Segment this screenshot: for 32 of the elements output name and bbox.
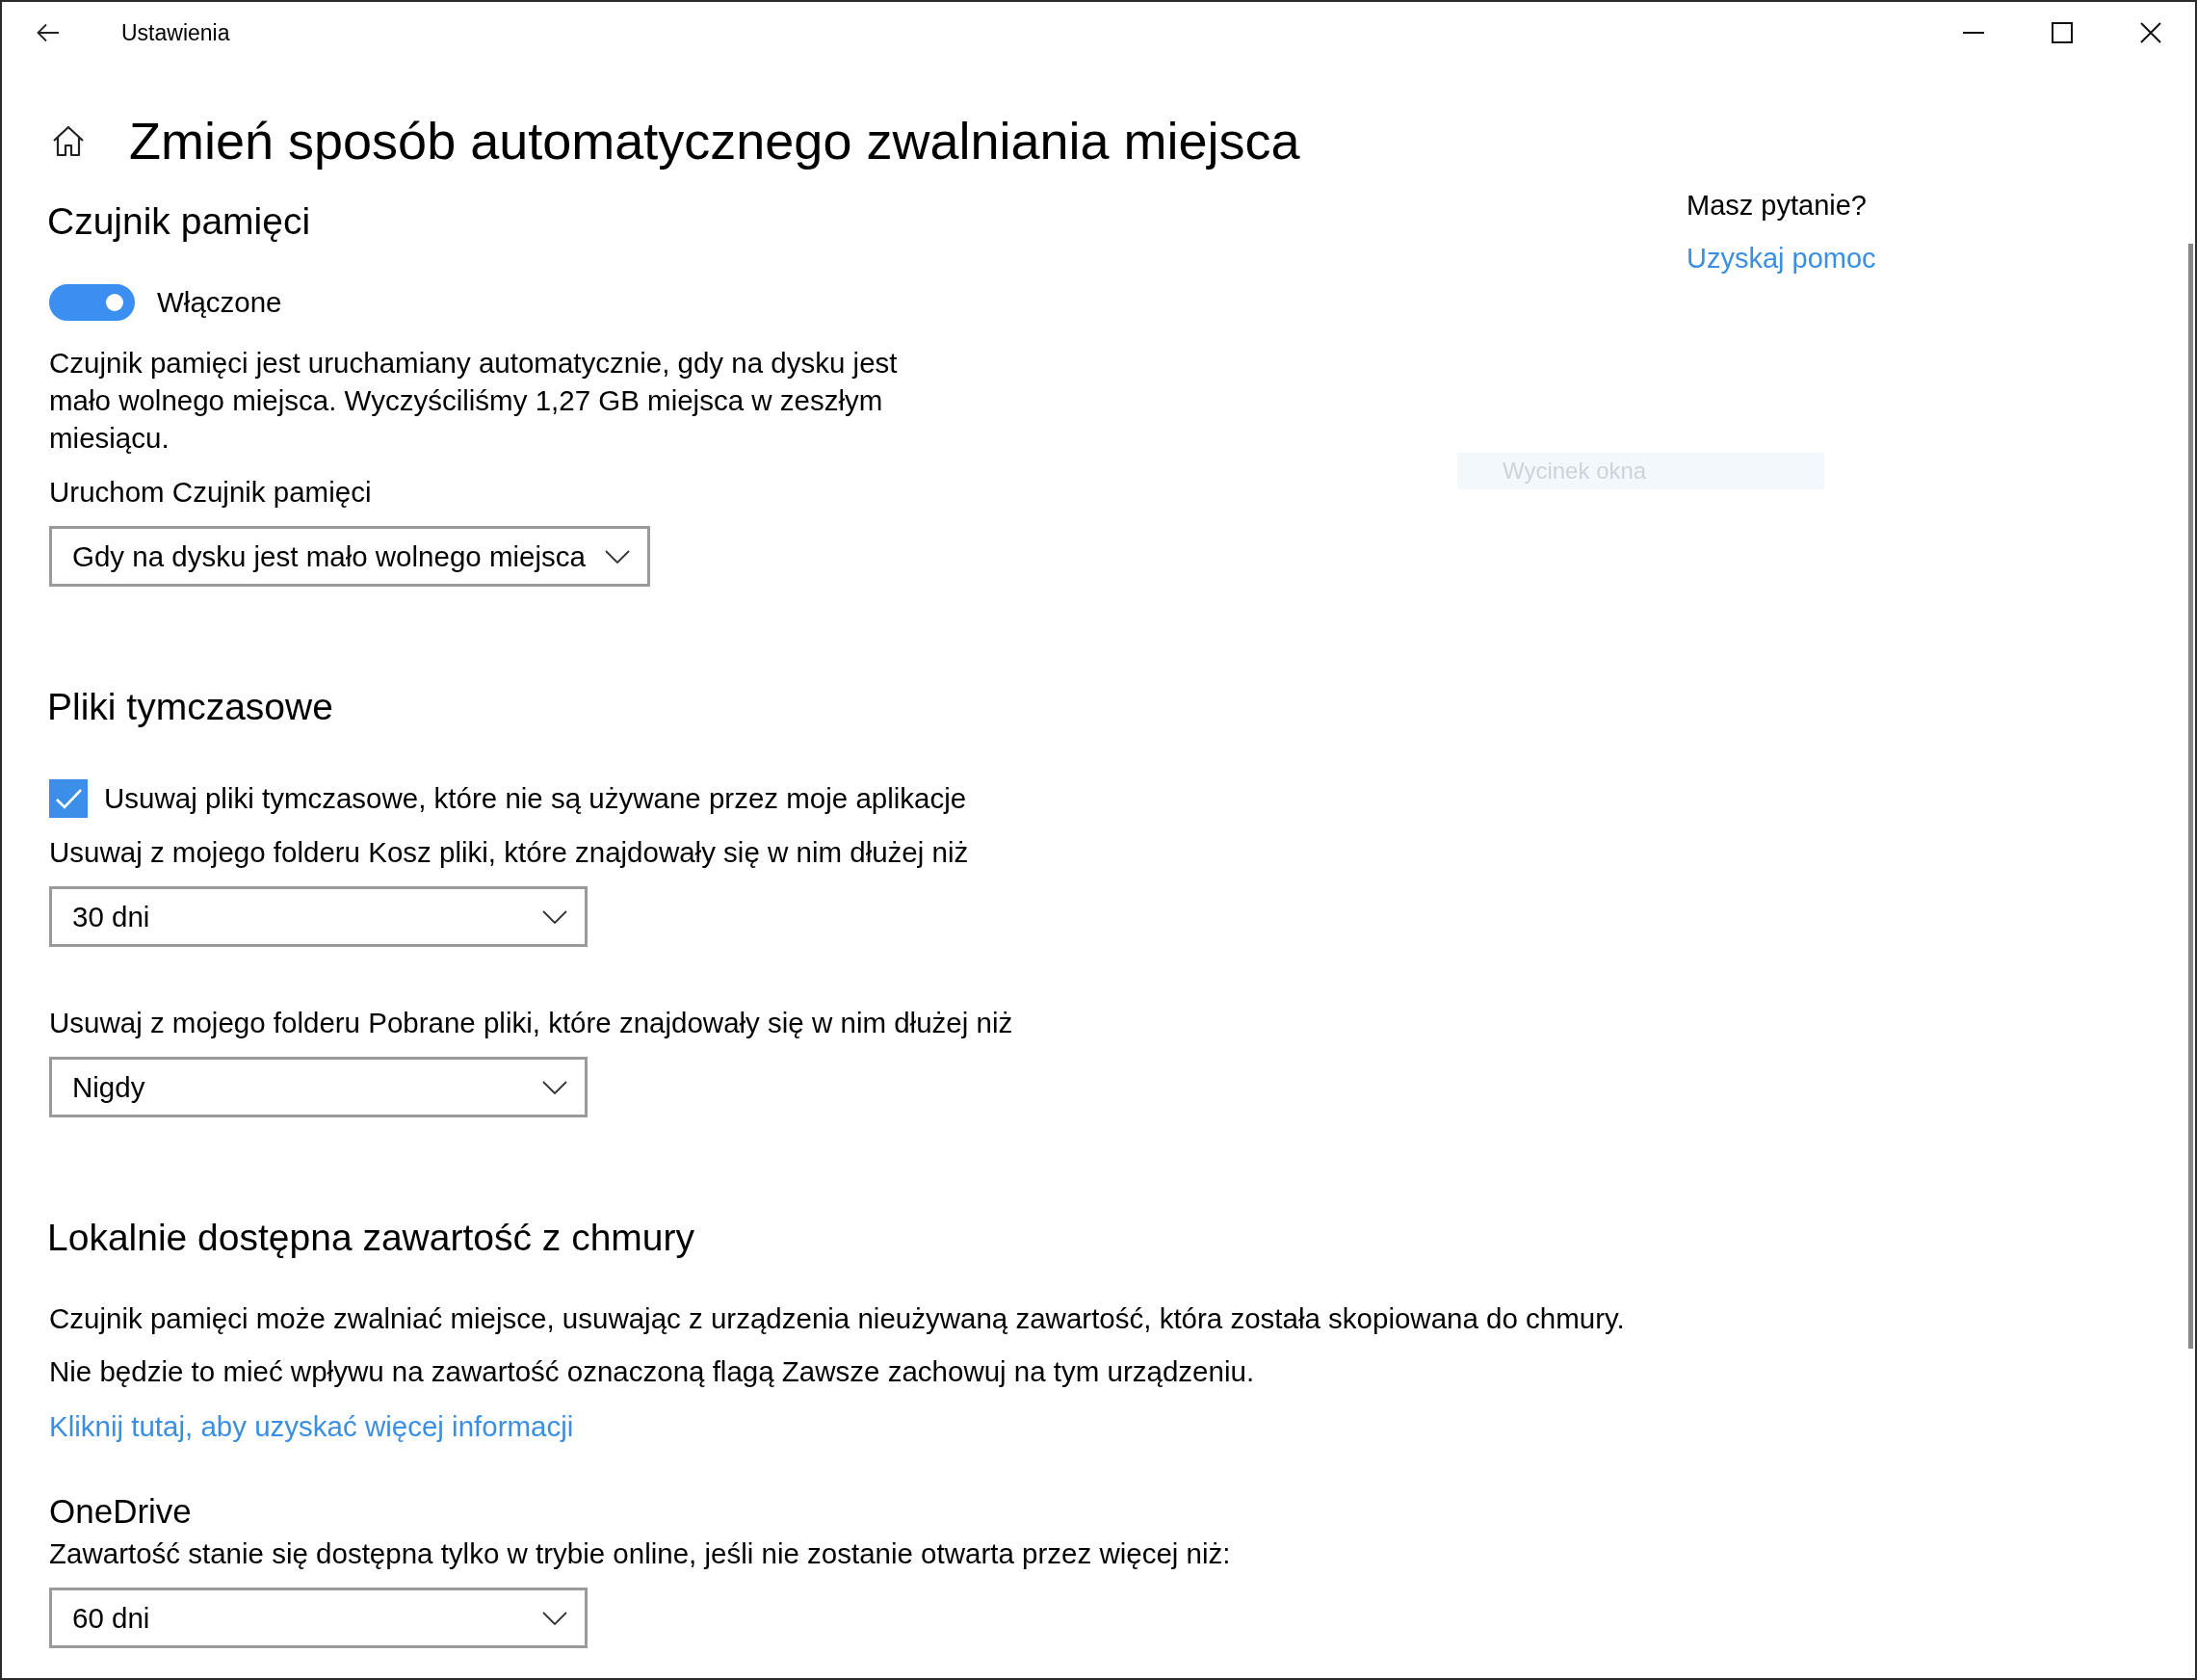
maximize-icon xyxy=(2052,22,2073,43)
close-icon xyxy=(2140,22,2161,43)
dropdown[interactable]: Nigdy xyxy=(49,1057,588,1117)
toggle-label: Włączone xyxy=(157,285,282,320)
paragraph-text: Czujnik pamięci może zwalniać miejsce, usuwając z urządzenia nieużywaną zawartość, która została skopiowana do chmury. xyxy=(48,1301,1626,1336)
window-title: Ustawienia xyxy=(121,19,230,46)
section-heading: Lokalnie dostępna zawartość z chmury xyxy=(47,1216,695,1260)
checkbox[interactable] xyxy=(49,779,88,818)
section-heading: Pliki tymczasowe xyxy=(47,685,334,729)
subheading: OneDrive xyxy=(48,1492,193,1531)
dropdown[interactable]: 60 dni xyxy=(49,1588,588,1648)
chevron-down-icon xyxy=(604,549,630,564)
help-question: Masz pytanie? xyxy=(1687,189,1868,223)
dropdown[interactable]: Gdy na dysku jest mało wolnego miejsca xyxy=(49,526,650,587)
section-heading: Czujnik pamięci xyxy=(47,199,312,244)
checkbox-label[interactable]: Usuwaj pliki tymczasowe, które nie są używane przez moje aplikacje xyxy=(104,779,967,818)
back-arrow-icon xyxy=(37,23,60,42)
paragraph-text: Nie będzie to mieć wpływu na zawartość oznaczoną flagą Zawsze zachowuj na tym urządzeniu. xyxy=(48,1354,1256,1389)
dropdown-label: Usuwaj z mojego folderu Kosz pliki, które znajdowały się w nim dłużej niż xyxy=(49,835,969,870)
chevron-down-icon xyxy=(542,1611,567,1625)
page-title: Zmień sposób automatycznego zwalniania miejsca xyxy=(129,112,1300,170)
home-icon[interactable] xyxy=(52,124,85,157)
scrollbar-thumb[interactable] xyxy=(2188,244,2193,1349)
dropdown-label: Uruchom Czujnik pamięci xyxy=(49,475,372,510)
toggle-switch[interactable] xyxy=(49,284,135,321)
chevron-down-icon xyxy=(542,909,567,924)
minimize-icon xyxy=(1963,32,1984,34)
dropdown[interactable]: 30 dni xyxy=(49,886,588,947)
chevron-down-icon xyxy=(542,1080,567,1094)
description-text: Czujnik pamięci jest uruchamiany automatycznie, gdy na dysku jest mało wolnego miejsca. Wyczyściliśmy 1,27 GB miejsca w zeszłym miesiącu. xyxy=(48,346,899,456)
dropdown-label: Usuwaj z mojego folderu Pobrane pliki, które znajdowały się w nim dłużej niż xyxy=(49,1006,1013,1040)
dropdown-label: Zawartość stanie się dostępna tylko w trybie online, jeśli nie zostanie otwarta przez więcej niż: xyxy=(49,1536,1231,1571)
